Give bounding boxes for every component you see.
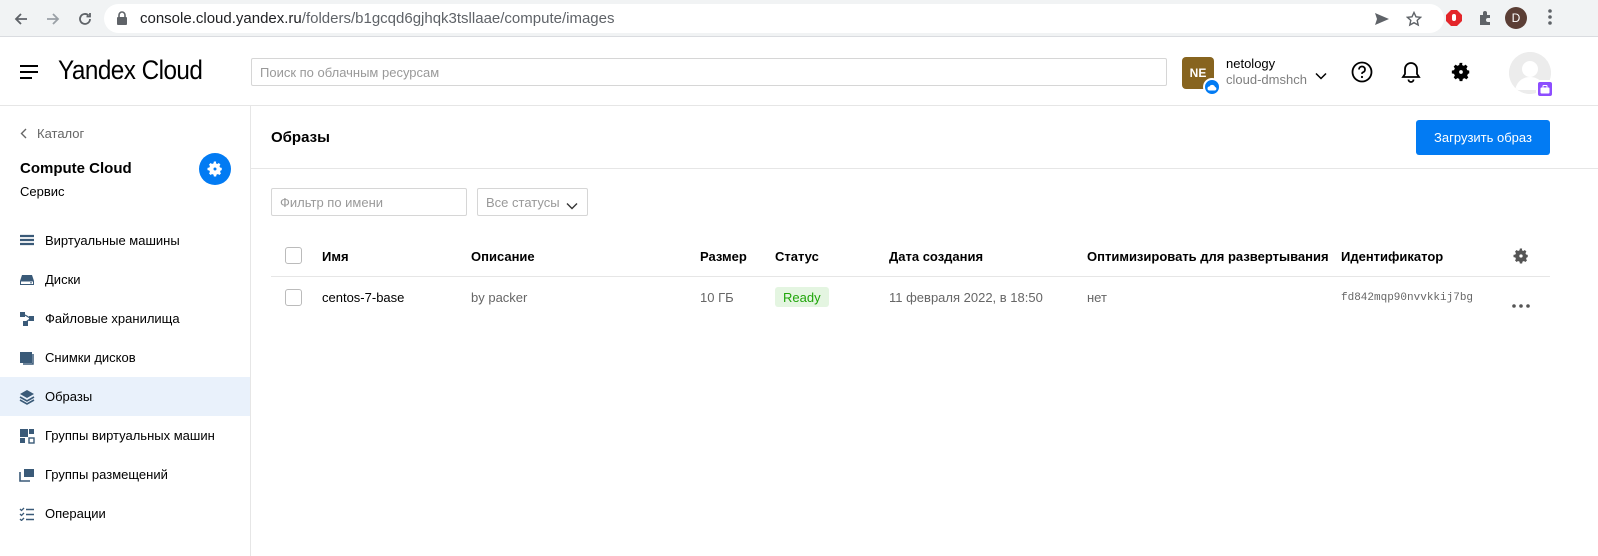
column-header-description[interactable]: Описание bbox=[471, 249, 535, 264]
send-icon[interactable] bbox=[1374, 11, 1390, 32]
browser-profile-avatar[interactable]: D bbox=[1505, 7, 1527, 29]
vm-group-icon bbox=[18, 427, 36, 445]
select-all-checkbox[interactable] bbox=[285, 247, 302, 264]
chevron-left-icon bbox=[20, 128, 27, 139]
column-header-status[interactable]: Статус bbox=[775, 249, 819, 264]
status-filter-value: Все статусы bbox=[486, 194, 560, 210]
chevron-down-icon bbox=[566, 198, 578, 213]
sidebar-item-snapshots[interactable]: Снимки дисков bbox=[0, 338, 250, 377]
menu-kebab-icon[interactable] bbox=[1548, 8, 1552, 31]
sidebar-item-label: Файловые хранилища bbox=[45, 311, 180, 326]
back-arrow-icon[interactable] bbox=[8, 6, 34, 32]
placement-icon bbox=[18, 466, 36, 484]
gear-icon[interactable] bbox=[1449, 60, 1473, 84]
sidebar-item-label: Группы виртуальных машин bbox=[45, 428, 215, 443]
column-header-created[interactable]: Дата создания bbox=[889, 249, 983, 264]
app-header: Yandex Cloud NE netology cloud-dmshch bbox=[0, 37, 1598, 106]
service-title: Compute Cloud bbox=[20, 160, 132, 177]
lock-icon bbox=[116, 11, 128, 30]
status-badge: Ready bbox=[775, 287, 829, 307]
bell-icon[interactable] bbox=[1399, 60, 1423, 84]
sidebar-item-label: Виртуальные машины bbox=[45, 233, 180, 248]
status-filter-select[interactable]: Все статусы bbox=[477, 188, 588, 216]
column-header-optimize[interactable]: Оптимизировать для развертывания bbox=[1087, 249, 1329, 264]
sidebar-item-label: Операции bbox=[45, 506, 106, 521]
operations-icon bbox=[18, 505, 36, 523]
adblock-icon[interactable] bbox=[1443, 7, 1465, 29]
page-header: Образы Загрузить образ bbox=[251, 106, 1598, 169]
upload-image-button[interactable]: Загрузить образ bbox=[1416, 120, 1550, 155]
column-settings-gear-icon[interactable] bbox=[1512, 247, 1530, 270]
sidebar-item-operations[interactable]: Операции bbox=[0, 494, 250, 533]
sidebar-item-disks[interactable]: Диски bbox=[0, 260, 250, 299]
vm-icon bbox=[18, 232, 36, 250]
disk-icon bbox=[18, 271, 36, 289]
sidebar: Каталог Compute Cloud Сервис Виртуальные… bbox=[0, 106, 251, 556]
gear-icon bbox=[207, 161, 222, 177]
sidebar-item-label: Группы размещений bbox=[45, 467, 168, 482]
reload-icon[interactable] bbox=[72, 6, 98, 32]
sidebar-item-placement-groups[interactable]: Группы размещений bbox=[0, 455, 250, 494]
back-label: Каталог bbox=[37, 126, 85, 141]
column-header-size[interactable]: Размер bbox=[700, 249, 747, 264]
column-header-id[interactable]: Идентификатор bbox=[1341, 249, 1443, 264]
browser-toolbar: console.cloud.yandex.ru/folders/b1gcqd6g… bbox=[0, 0, 1598, 37]
address-bar[interactable]: console.cloud.yandex.ru/folders/b1gcqd6g… bbox=[104, 4, 1444, 33]
sidebar-item-label: Образы bbox=[45, 389, 93, 404]
layers-icon bbox=[18, 388, 36, 406]
image-optimize: нет bbox=[1087, 290, 1107, 305]
forward-arrow-icon[interactable] bbox=[40, 6, 66, 32]
cloud-icon bbox=[1203, 78, 1221, 96]
column-header-name[interactable]: Имя bbox=[322, 249, 349, 264]
extensions-icon[interactable] bbox=[1474, 7, 1496, 29]
chevron-down-icon[interactable] bbox=[1315, 67, 1327, 85]
logo[interactable]: Yandex Cloud bbox=[58, 55, 203, 86]
row-checkbox[interactable] bbox=[285, 289, 302, 306]
service-subtitle: Сервис bbox=[20, 184, 65, 199]
image-size: 10 ГБ bbox=[700, 290, 734, 305]
briefcase-icon bbox=[1536, 80, 1554, 98]
sidebar-item-images[interactable]: Образы bbox=[0, 377, 250, 416]
sidebar-item-vm-groups[interactable]: Группы виртуальных машин bbox=[0, 416, 250, 455]
cloud-name[interactable]: cloud-dmshch bbox=[1226, 72, 1307, 87]
help-icon[interactable] bbox=[1350, 60, 1374, 84]
image-name[interactable]: centos-7-base bbox=[322, 290, 404, 305]
sidebar-item-label: Диски bbox=[45, 272, 81, 287]
snapshot-icon bbox=[18, 349, 36, 367]
row-actions-menu-icon[interactable] bbox=[1512, 295, 1530, 313]
sidebar-item-label: Снимки дисков bbox=[45, 350, 136, 365]
url-text: console.cloud.yandex.ru/folders/b1gcqd6g… bbox=[140, 10, 615, 27]
search-input[interactable] bbox=[251, 58, 1167, 86]
service-settings-button[interactable] bbox=[199, 153, 231, 185]
name-filter-input[interactable] bbox=[271, 188, 467, 216]
image-id: fd842mqp90nvvkkij7bg bbox=[1341, 292, 1474, 304]
image-created-date: 11 февраля 2022, в 18:50 bbox=[889, 290, 1043, 305]
back-to-catalog-link[interactable]: Каталог bbox=[20, 126, 84, 141]
org-name[interactable]: netology bbox=[1226, 56, 1275, 71]
hamburger-menu-icon[interactable] bbox=[18, 61, 40, 83]
sidebar-item-vms[interactable]: Виртуальные машины bbox=[0, 221, 250, 260]
table-header-divider bbox=[271, 276, 1550, 277]
filestore-icon bbox=[18, 310, 36, 328]
page-title: Образы bbox=[271, 129, 330, 146]
star-icon[interactable] bbox=[1405, 10, 1423, 32]
image-description: by packer bbox=[471, 290, 528, 305]
sidebar-item-filestores[interactable]: Файловые хранилища bbox=[0, 299, 250, 338]
